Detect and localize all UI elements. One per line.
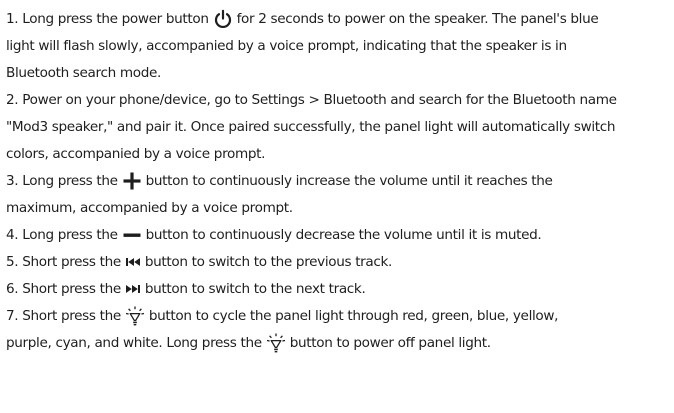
- step-2-text-a: 2. Power on your phone/device, go to Set…: [6, 92, 617, 108]
- step-3-line-2: maximum, accompanied by a voice prompt.: [6, 195, 674, 222]
- step-7-line-2: purple, cyan, and white. Long press the b…: [6, 330, 674, 357]
- step-5-text-a: 5. Short press the: [6, 254, 121, 270]
- step-5-text-b: button to switch to the previous track.: [144, 254, 393, 270]
- light-bulb-icon: [266, 333, 286, 353]
- next-track-icon: [125, 282, 141, 296]
- step-1-text-b: for 2 seconds to power on the speaker. T…: [236, 11, 599, 27]
- step-6-text-b: button to switch to the next track.: [144, 281, 366, 297]
- power-icon: [213, 9, 233, 29]
- plus-icon: [122, 171, 142, 191]
- step-5-line-1: 5. Short press the button to switch to th…: [6, 249, 674, 276]
- step-2-text-c: colors, accompanied by a voice prompt.: [6, 146, 266, 162]
- light-bulb-icon: [125, 306, 145, 326]
- step-7-text-d: button to power off panel light.: [289, 335, 491, 351]
- step-7-line-1: 7. Short press the button to cycle the pa…: [6, 303, 674, 330]
- step-3-text-c: maximum, accompanied by a voice prompt.: [6, 200, 293, 216]
- step-1-line-3: Bluetooth search mode.: [6, 60, 674, 87]
- step-7-text-b: button to cycle the panel light through …: [148, 308, 559, 324]
- step-1-text-d: Bluetooth search mode.: [6, 65, 161, 81]
- step-1-line-1: 1. Long press the power button for 2 seco…: [6, 6, 674, 33]
- step-2-line-3: colors, accompanied by a voice prompt.: [6, 141, 674, 168]
- instructions-document: 1. Long press the power button for 2 seco…: [6, 6, 674, 357]
- step-3-line-1: 3. Long press the button to continuously …: [6, 168, 674, 195]
- minus-icon: [122, 225, 142, 245]
- step-2-text-b: "Mod3 speaker," and pair it. Once paired…: [6, 119, 616, 135]
- step-3-text-a: 3. Long press the: [6, 173, 118, 189]
- step-2-line-2: "Mod3 speaker," and pair it. Once paired…: [6, 114, 674, 141]
- step-3-text-b: button to continuously increase the volu…: [145, 173, 553, 189]
- step-4-line-1: 4. Long press the button to continuously …: [6, 222, 674, 249]
- previous-track-icon: [125, 255, 141, 269]
- step-1-text-c: light will flash slowly, accompanied by …: [6, 38, 567, 54]
- step-4-text-b: button to continuously decrease the volu…: [145, 227, 542, 243]
- step-6-line-1: 6. Short press the button to switch to th…: [6, 276, 674, 303]
- step-7-text-a: 7. Short press the: [6, 308, 121, 324]
- step-6-text-a: 6. Short press the: [6, 281, 121, 297]
- step-7-text-c: purple, cyan, and white. Long press the: [6, 335, 262, 351]
- step-4-text-a: 4. Long press the: [6, 227, 118, 243]
- step-1-line-2: light will flash slowly, accompanied by …: [6, 33, 674, 60]
- step-2-line-1: 2. Power on your phone/device, go to Set…: [6, 87, 674, 114]
- step-1-text-a: 1. Long press the power button: [6, 11, 209, 27]
